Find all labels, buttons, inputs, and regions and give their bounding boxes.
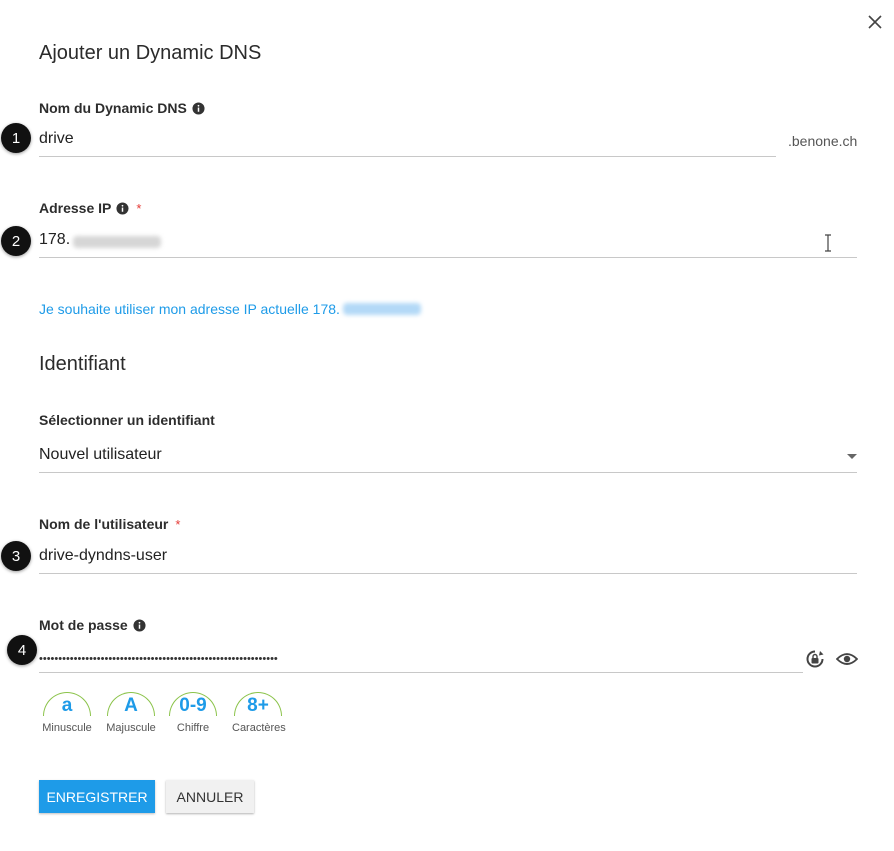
strength-caption: Caractères xyxy=(232,722,286,734)
username-label: Nom de l'utilisateur * xyxy=(39,516,181,532)
redacted-ip xyxy=(342,303,421,315)
reveal-password-button[interactable] xyxy=(835,648,859,670)
password-label: Mot de passe xyxy=(39,617,146,633)
step-marker-4: 4 xyxy=(7,635,37,665)
password-masked-value: ••••••••••••••••••••••••••••••••••••••••… xyxy=(39,653,278,665)
dialog-title: Ajouter un Dynamic DNS xyxy=(39,42,262,64)
strength-ring: a xyxy=(43,692,91,716)
username-value: drive-dyndns-user xyxy=(39,547,168,564)
dyndns-name-value: drive xyxy=(39,130,74,147)
dyndns-name-label: Nom du Dynamic DNS xyxy=(39,100,205,116)
strength-ring: 8+ xyxy=(234,692,282,716)
save-button[interactable]: ENREGISTRER xyxy=(39,780,155,813)
strength-caption: Chiffre xyxy=(176,722,210,734)
identifier-select-label: Sélectionner un identifiant xyxy=(39,412,215,428)
dyndns-name-input[interactable]: drive xyxy=(39,126,776,157)
strength-caption: Minuscule xyxy=(42,722,92,734)
step-marker-2: 2 xyxy=(1,226,31,256)
domain-suffix: .benone.ch xyxy=(788,133,858,149)
eye-icon xyxy=(836,653,858,665)
lock-refresh-icon xyxy=(806,650,824,668)
strength-ring: A xyxy=(107,692,155,716)
ip-address-label: Adresse IP * xyxy=(39,200,142,216)
identifier-select[interactable]: Nouvel utilisateur xyxy=(39,442,857,473)
info-icon[interactable] xyxy=(116,201,129,215)
step-marker-3: 3 xyxy=(1,541,31,571)
password-input[interactable]: ••••••••••••••••••••••••••••••••••••••••… xyxy=(39,642,803,673)
use-current-ip-link[interactable]: Je souhaite utiliser mon adresse IP actu… xyxy=(39,301,421,317)
identifier-selected-value: Nouvel utilisateur xyxy=(39,446,162,463)
strength-digit: 0-9 Chiffre xyxy=(167,692,219,734)
required-mark: * xyxy=(175,516,181,532)
close-button[interactable] xyxy=(864,11,886,33)
strength-length: 8+ Caractères xyxy=(232,692,286,734)
step-marker-1: 1 xyxy=(1,123,31,153)
generate-password-button[interactable] xyxy=(804,648,826,670)
strength-lowercase: a Minuscule xyxy=(41,692,93,734)
username-input[interactable]: drive-dyndns-user xyxy=(39,543,857,574)
info-icon[interactable] xyxy=(192,101,205,115)
ip-address-input[interactable]: 178. xyxy=(39,227,857,258)
dropdown-caret-icon xyxy=(847,454,857,459)
close-icon xyxy=(868,15,882,29)
redacted-ip xyxy=(73,236,162,248)
strength-ring: 0-9 xyxy=(169,692,217,716)
identifier-section-title: Identifiant xyxy=(39,353,126,375)
strength-caption: Majuscule xyxy=(106,722,156,734)
ip-address-value: 178. xyxy=(39,231,71,248)
text-cursor-icon xyxy=(825,234,831,252)
strength-uppercase: A Majuscule xyxy=(105,692,157,734)
cancel-button[interactable]: ANNULER xyxy=(166,780,254,813)
required-mark: * xyxy=(136,200,142,216)
info-icon[interactable] xyxy=(133,618,146,632)
